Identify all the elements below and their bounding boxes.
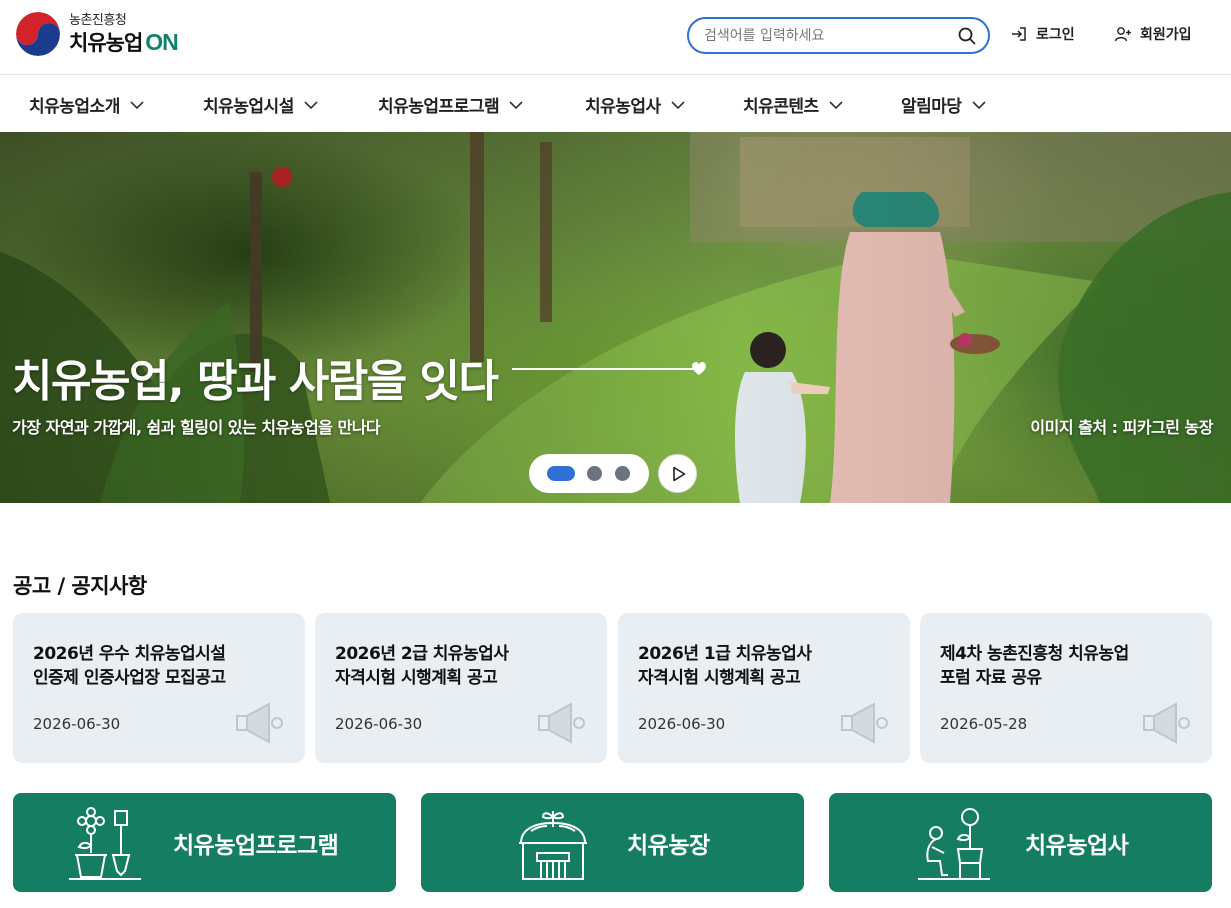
megaphone-icon (538, 702, 585, 744)
notice-title: 2026년 1급 치유농업사자격시험 시행계획 공고 (638, 642, 898, 690)
nav-item-contents[interactable]: 치유콘텐츠 (743, 92, 843, 117)
chevron-down-icon (829, 100, 843, 109)
slide-pager (529, 454, 649, 493)
nav-label: 치유농업프로그램 (378, 97, 500, 117)
notice-date: 2026-06-30 (638, 715, 726, 733)
search-icon[interactable] (958, 27, 976, 45)
site-header: 농촌진흥청 치유농업ON 로그인 회원가입 (0, 0, 1231, 75)
notice-title-line: 자격시험 시행계획 공고 (335, 668, 498, 688)
search-input[interactable] (704, 26, 949, 46)
login-icon (1012, 27, 1026, 41)
quick-link-programs[interactable]: 치유농업프로그램 (13, 793, 396, 892)
nav-item-therapists[interactable]: 치유농업사 (585, 92, 685, 117)
notice-title: 2026년 우수 치유농업시설인증제 인증사업장 모집공고 (33, 642, 293, 690)
hero-overlay (0, 132, 1231, 503)
notice-card[interactable]: 2026년 2급 치유농업사자격시험 시행계획 공고 2026-06-30 (315, 613, 607, 763)
megaphone-icon (236, 702, 283, 744)
logo-on-text: ON (145, 28, 178, 55)
signup-link[interactable]: 회원가입 (1114, 24, 1192, 44)
notice-title-line: 포럼 자료 공유 (940, 668, 1042, 688)
login-link[interactable]: 로그인 (1010, 24, 1075, 44)
notice-title-line: 2026년 1급 치유농업사 (638, 644, 812, 664)
logo-subtitle: 농촌진흥청 (69, 12, 127, 28)
hero-subtitle: 가장 자연과 가깝게, 쉼과 힐링이 있는 치유농업을 만나다 (12, 418, 381, 437)
main-nav: 치유농업소개 치유농업시설 치유농업프로그램 치유농업사 치유콘텐츠 알림마당 (0, 75, 1231, 132)
nav-label: 치유농업시설 (203, 97, 294, 117)
hero-divider (512, 368, 697, 370)
nav-label: 치유농업소개 (29, 97, 120, 117)
login-label: 로그인 (1036, 27, 1075, 43)
image-credit: 이미지 출처 : 피카그린 농장 (1030, 418, 1213, 437)
megaphone-icon (841, 702, 888, 744)
nav-item-facilities[interactable]: 치유농업시설 (203, 92, 318, 117)
taegeuk-emblem-icon (14, 10, 62, 58)
search-box (687, 17, 990, 54)
play-icon (673, 466, 686, 482)
notice-title-line: 2026년 2급 치유농업사 (335, 644, 509, 664)
notice-title-line: 인증제 인증사업장 모집공고 (33, 668, 226, 688)
nav-item-notice[interactable]: 알림마당 (901, 92, 986, 117)
notice-date: 2026-06-30 (335, 715, 423, 733)
chevron-down-icon (130, 100, 144, 109)
chevron-down-icon (671, 100, 685, 109)
megaphone-icon (1143, 702, 1190, 744)
quick-link-farms[interactable]: 치유농장 (421, 793, 804, 892)
flower-shovel-icon (69, 807, 141, 880)
slide-dot-2[interactable] (587, 466, 602, 481)
nav-label: 알림마당 (901, 97, 962, 117)
notice-card[interactable]: 2026년 우수 치유농업시설인증제 인증사업장 모집공고 2026-06-30 (13, 613, 305, 763)
notice-title: 제4차 농촌진흥청 치유농업포럼 자료 공유 (940, 642, 1200, 690)
logo-title: 치유농업 ON (69, 28, 179, 56)
chevron-down-icon (971, 100, 986, 109)
nav-item-programs[interactable]: 치유농업프로그램 (378, 92, 523, 117)
chevron-down-icon (509, 100, 523, 109)
chevron-down-icon (304, 100, 318, 109)
notice-title-line: 제4차 농촌진흥청 치유농업 (940, 644, 1129, 664)
notice-date: 2026-05-28 (940, 715, 1028, 733)
notice-date: 2026-06-30 (33, 715, 121, 733)
slide-dot-1[interactable] (547, 466, 575, 481)
signup-label: 회원가입 (1140, 27, 1192, 43)
notice-title: 2026년 2급 치유농업사자격시험 시행계획 공고 (335, 642, 595, 690)
logo-title-text: 치유농업 (69, 30, 143, 55)
notice-title-line: 2026년 우수 치유농업시설 (33, 644, 226, 664)
quick-link-therapists[interactable]: 치유농업사 (829, 793, 1212, 892)
quick-link-label: 치유농업사 (1025, 833, 1129, 859)
play-button[interactable] (658, 454, 697, 493)
site-logo[interactable]: 농촌진흥청 치유농업 ON (13, 9, 179, 59)
gardener-icon (918, 808, 990, 880)
slide-dot-3[interactable] (615, 466, 630, 481)
quick-link-label: 치유농업프로그램 (173, 833, 339, 859)
heart-icon (692, 362, 706, 375)
nav-item-intro[interactable]: 치유농업소개 (29, 92, 144, 117)
quick-link-label: 치유농장 (627, 833, 710, 859)
greenhouse-icon (519, 811, 587, 880)
hero-title: 치유농업, 땅과 사람을 잇다 (12, 356, 499, 407)
notice-card[interactable]: 2026년 1급 치유농업사자격시험 시행계획 공고 2026-06-30 (618, 613, 910, 763)
add-user-icon (1114, 27, 1131, 42)
notice-section-title: 공고 / 공지사항 (13, 574, 147, 598)
hero-banner: 치유농업, 땅과 사람을 잇다 가장 자연과 가깝게, 쉼과 힐링이 있는 치유… (0, 132, 1231, 503)
nav-label: 치유콘텐츠 (743, 97, 819, 117)
notice-card[interactable]: 제4차 농촌진흥청 치유농업포럼 자료 공유 2026-05-28 (920, 613, 1212, 763)
nav-label: 치유농업사 (585, 97, 661, 117)
notice-title-line: 자격시험 시행계획 공고 (638, 668, 801, 688)
